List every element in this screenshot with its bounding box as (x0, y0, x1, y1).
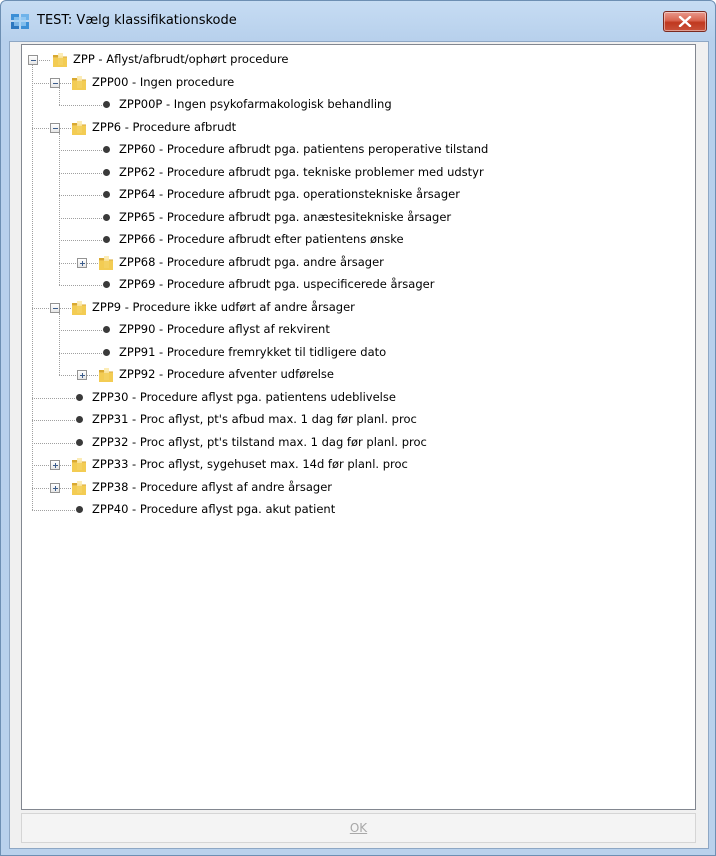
tree-node-label[interactable]: ZPP00P - Ingen psykofarmakologisk behand… (119, 97, 392, 111)
tree-node-zpp38[interactable]: ZPP38 - Procedure aflyst af andre årsage… (22, 477, 682, 499)
leaf-bullet-icon (103, 348, 110, 356)
tree-guide-line (59, 132, 60, 285)
tree-node-zpp92[interactable]: ZPP92 - Procedure afventer udførelse (22, 364, 682, 386)
dialog-window: TEST: Vælg klassifikationskode ZPP - Afl… (0, 0, 716, 856)
tree-connector (59, 195, 102, 196)
tree-node-zpp6[interactable]: ZPP6 - Procedure afbrudt (22, 117, 682, 139)
tree-node-label[interactable]: ZPP6 - Procedure afbrudt (92, 120, 236, 134)
tree-node-label[interactable]: ZPP - Aflyst/afbrudt/ophørt procedure (73, 52, 289, 66)
collapse-toggle[interactable] (28, 55, 38, 65)
tree-connector (32, 510, 75, 511)
tree-connector (59, 240, 102, 241)
tree-node-zpp33[interactable]: ZPP33 - Proc aflyst, sygehuset max. 14d … (22, 454, 682, 476)
leaf-bullet-icon (103, 236, 110, 243)
tree-node-zpp40[interactable]: ZPP40 - Procedure aflyst pga. akut patie… (22, 499, 682, 521)
leaf-bullet-icon (103, 191, 110, 198)
tree-node-label[interactable]: ZPP69 - Procedure afbrudt pga. uspecific… (119, 277, 434, 291)
leaf-bullet-icon (103, 146, 110, 153)
collapse-toggle[interactable] (50, 77, 60, 88)
tree-connector (59, 105, 102, 106)
tree-node-zpp00p[interactable]: ZPP00P - Ingen psykofarmakologisk behand… (22, 94, 682, 116)
folder-icon (70, 456, 88, 474)
tree-connector (59, 330, 102, 331)
tree-node-zpp00[interactable]: ZPP00 - Ingen procedure (22, 72, 682, 94)
tree-node-label[interactable]: ZPP64 - Procedure afbrudt pga. operation… (119, 187, 460, 201)
app-icon (11, 14, 29, 29)
classification-tree[interactable]: ZPP - Aflyst/afbrudt/ophørt procedure ZPP… (22, 45, 695, 809)
folder-icon (70, 119, 88, 137)
folder-icon (70, 74, 88, 92)
tree-connector (59, 285, 102, 286)
folder-icon (51, 51, 69, 69)
tree-node-label[interactable]: ZPP91 - Procedure fremrykket til tidlige… (119, 345, 386, 359)
tree-node-label[interactable]: ZPP66 - Procedure afbrudt efter patiente… (119, 232, 404, 246)
classification-tree-panel[interactable]: ZPP - Aflyst/afbrudt/ophørt procedure ZPP… (21, 44, 696, 810)
tree-connector (59, 172, 102, 174)
expand-toggle[interactable] (50, 482, 60, 493)
tree-node-zpp30[interactable]: ZPP30 - Procedure aflyst pga. patientens… (22, 387, 682, 409)
ok-button-label: OK (349, 821, 368, 835)
tree-connector (32, 420, 75, 421)
window-title: TEST: Vælg klassifikationskode (37, 13, 237, 28)
folder-icon (97, 366, 115, 384)
ok-button[interactable]: OK (21, 813, 696, 843)
leaf-bullet-icon (103, 281, 110, 288)
tree-node-zpp[interactable]: ZPP - Aflyst/afbrudt/ophørt procedure (22, 49, 682, 71)
tree-node-label[interactable]: ZPP90 - Procedure aflyst af rekvirent (119, 322, 330, 336)
tree-node-label[interactable]: ZPP30 - Procedure aflyst pga. patientens… (92, 390, 396, 404)
tree-node-zpp62[interactable]: ZPP62 - Procedure afbrudt pga. tekniske … (22, 162, 682, 184)
expand-toggle[interactable] (77, 370, 87, 380)
tree-node-label[interactable]: ZPP92 - Procedure afventer udførelse (119, 367, 334, 381)
tree-node-label[interactable]: ZPP9 - Procedure ikke udført af andre år… (92, 300, 355, 314)
dialog-client-area: ZPP - Aflyst/afbrudt/ophørt procedure ZPP… (9, 41, 709, 849)
folder-icon (70, 479, 88, 497)
tree-node-label[interactable]: ZPP32 - Proc aflyst, pt's tilstand max. … (92, 435, 427, 449)
tree-guide-line (59, 312, 60, 375)
leaf-bullet-icon (103, 213, 110, 221)
leaf-bullet-icon (103, 326, 110, 333)
tree-node-label[interactable]: ZPP00 - Ingen procedure (92, 75, 234, 89)
tree-node-zpp32[interactable]: ZPP32 - Proc aflyst, pt's tilstand max. … (22, 432, 682, 454)
tree-node-label[interactable]: ZPP38 - Procedure aflyst af andre årsage… (92, 480, 332, 494)
leaf-bullet-icon (76, 393, 83, 401)
tree-node-zpp68[interactable]: ZPP68 - Procedure afbrudt pga. andre års… (22, 252, 682, 274)
tree-connector (59, 150, 102, 151)
tree-node-zpp91[interactable]: ZPP91 - Procedure fremrykket til tidlige… (22, 342, 682, 364)
expand-toggle[interactable] (77, 257, 87, 268)
tree-node-label[interactable]: ZPP68 - Procedure afbrudt pga. andre års… (119, 255, 384, 269)
tree-connector (32, 397, 75, 399)
tree-node-label[interactable]: ZPP65 - Procedure afbrudt pga. anæstesit… (119, 210, 451, 224)
tree-connector (32, 442, 75, 444)
tree-node-zpp64[interactable]: ZPP64 - Procedure afbrudt pga. operation… (22, 184, 682, 206)
close-icon (678, 16, 692, 27)
leaf-bullet-icon (76, 416, 83, 423)
tree-node-label[interactable]: ZPP62 - Procedure afbrudt pga. tekniske … (119, 165, 484, 179)
tree-node-label[interactable]: ZPP40 - Procedure aflyst pga. akut patie… (92, 502, 335, 516)
tree-node-zpp90[interactable]: ZPP90 - Procedure aflyst af rekvirent (22, 319, 682, 341)
tree-node-zpp65[interactable]: ZPP65 - Procedure afbrudt pga. anæstesit… (22, 207, 682, 229)
collapse-toggle[interactable] (50, 122, 60, 133)
leaf-bullet-icon (103, 168, 110, 176)
tree-guide-line (32, 65, 33, 510)
tree-node-zpp66[interactable]: ZPP66 - Procedure afbrudt efter patiente… (22, 229, 682, 251)
tree-node-label[interactable]: ZPP31 - Proc aflyst, pt's afbud max. 1 d… (92, 412, 417, 426)
tree-node-zpp60[interactable]: ZPP60 - Procedure afbrudt pga. patienten… (22, 139, 682, 161)
leaf-bullet-icon (76, 506, 83, 513)
tree-node-zpp69[interactable]: ZPP69 - Procedure afbrudt pga. uspecific… (22, 274, 682, 296)
title-bar[interactable]: TEST: Vælg klassifikationskode (1, 1, 715, 35)
tree-guide-line (59, 87, 60, 105)
close-button[interactable] (663, 11, 707, 32)
tree-node-label[interactable]: ZPP60 - Procedure afbrudt pga. patienten… (119, 142, 488, 156)
tree-connector (59, 217, 102, 219)
leaf-bullet-icon (76, 438, 83, 446)
tree-node-zpp9[interactable]: ZPP9 - Procedure ikke udført af andre år… (22, 297, 682, 319)
collapse-toggle[interactable] (50, 302, 60, 313)
tree-node-zpp31[interactable]: ZPP31 - Proc aflyst, pt's afbud max. 1 d… (22, 409, 682, 431)
tree-connector (59, 352, 102, 354)
leaf-bullet-icon (103, 101, 110, 108)
tree-node-label[interactable]: ZPP33 - Proc aflyst, sygehuset max. 14d … (92, 457, 408, 471)
folder-icon (70, 299, 88, 317)
folder-icon (97, 254, 115, 272)
expand-toggle[interactable] (50, 460, 60, 470)
